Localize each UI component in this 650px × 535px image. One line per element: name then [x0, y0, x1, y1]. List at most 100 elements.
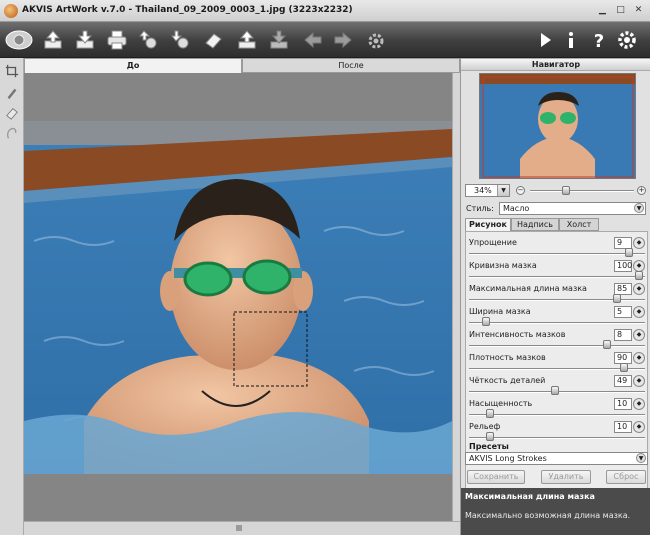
param-slider[interactable] — [469, 414, 645, 416]
spin-icon[interactable]: ◆ — [633, 398, 645, 410]
param-label: Упрощение — [469, 238, 517, 247]
tab-text[interactable]: Надпись — [511, 218, 559, 231]
navigator-thumbnail[interactable] — [479, 73, 636, 179]
param-slider-knob[interactable] — [625, 248, 634, 257]
param-row: Плотность мазков 90 ◆ — [466, 351, 649, 374]
style-value: Масло — [503, 204, 530, 213]
forward-arrow-icon[interactable] — [330, 28, 356, 52]
spin-icon[interactable]: ◆ — [633, 375, 645, 387]
param-label: Рельеф — [469, 422, 501, 431]
image-canvas[interactable] — [24, 73, 452, 521]
zoom-slider[interactable] — [530, 190, 634, 192]
param-row: Упрощение 9 ◆ — [466, 236, 649, 259]
preset-value: AKVIS Long Strokes — [469, 454, 547, 463]
preferences-gear-icon[interactable] — [614, 28, 640, 52]
download-icon[interactable] — [266, 28, 292, 52]
svg-text:?: ? — [594, 31, 604, 51]
app-logo-icon — [4, 4, 18, 18]
spin-icon[interactable]: ◆ — [633, 329, 645, 341]
navigator-header: Навигатор — [461, 58, 650, 71]
param-row: Максимальная длина мазка 85 ◆ — [466, 282, 649, 305]
info-icon[interactable] — [558, 28, 584, 52]
param-row: Интенсивность мазков 8 ◆ — [466, 328, 649, 351]
logo-icon[interactable] — [2, 28, 36, 52]
param-slider-knob[interactable] — [485, 409, 494, 418]
close-icon[interactable]: ✕ — [632, 4, 645, 17]
spin-icon[interactable]: ◆ — [633, 283, 645, 295]
scroll-thumb[interactable] — [236, 525, 242, 531]
save-preset-button[interactable]: Сохранить — [467, 470, 525, 484]
help-icon[interactable]: ? — [586, 28, 612, 52]
param-value[interactable]: 8 — [614, 329, 632, 341]
tab-before[interactable]: До — [24, 58, 242, 73]
param-tabs: Рисунок Надпись Холст — [465, 218, 648, 232]
upload-icon[interactable] — [234, 28, 260, 52]
param-slider-knob[interactable] — [482, 317, 491, 326]
param-value[interactable]: 10 — [614, 398, 632, 410]
param-label: Кривизна мазка — [469, 261, 537, 270]
param-slider[interactable] — [469, 276, 645, 278]
param-value[interactable]: 100 — [614, 260, 632, 272]
back-arrow-icon[interactable] — [300, 28, 326, 52]
chevron-down-icon[interactable]: ▼ — [497, 185, 509, 196]
maximize-icon[interactable]: □ — [614, 4, 627, 17]
tool-column — [0, 58, 24, 535]
param-value[interactable]: 10 — [614, 421, 632, 433]
settings-gear-icon[interactable] — [362, 28, 388, 52]
param-slider-knob[interactable] — [603, 340, 612, 349]
param-label: Интенсивность мазков — [469, 330, 566, 339]
param-row: Насыщенность 10 ◆ — [466, 397, 649, 420]
param-label: Плотность мазков — [469, 353, 546, 362]
horizontal-scrollbar[interactable] — [24, 521, 460, 535]
chevron-down-icon[interactable]: ▼ — [636, 453, 646, 463]
param-slider[interactable] — [469, 437, 645, 439]
param-value[interactable]: 49 — [614, 375, 632, 387]
load-settings-icon[interactable] — [136, 28, 162, 52]
presets-title: Пресеты — [469, 442, 509, 451]
tab-canvas[interactable]: Холст — [559, 218, 599, 231]
open-icon[interactable] — [40, 28, 66, 52]
param-slider[interactable] — [469, 322, 645, 324]
photo-image — [24, 121, 452, 474]
zoom-in-button[interactable]: + — [637, 186, 646, 195]
param-slider[interactable] — [469, 345, 645, 347]
zoom-slider-knob[interactable] — [561, 186, 570, 195]
param-slider[interactable] — [469, 368, 645, 370]
settings-panel: Навигатор 34% ▼ − + Стиль: Масло ▼ Рисун… — [460, 58, 650, 535]
spin-icon[interactable]: ◆ — [633, 421, 645, 433]
spin-icon[interactable]: ◆ — [633, 237, 645, 249]
help-text: Максимально возможная длина мазка. — [465, 511, 631, 520]
presets-select[interactable]: AKVIS Long Strokes ▼ — [465, 452, 648, 465]
save-settings-icon[interactable] — [168, 28, 194, 52]
reset-preset-button[interactable]: Сброс — [606, 470, 646, 484]
crop-icon[interactable] — [3, 62, 21, 80]
param-slider-knob[interactable] — [551, 386, 560, 395]
param-slider-knob[interactable] — [485, 432, 494, 441]
save-icon[interactable] — [72, 28, 98, 52]
param-slider-knob[interactable] — [620, 363, 629, 372]
param-value[interactable]: 5 — [614, 306, 632, 318]
eraser-tool-icon[interactable] — [3, 104, 21, 122]
hand-icon[interactable] — [3, 124, 21, 142]
style-select[interactable]: Масло ▼ — [499, 202, 646, 215]
param-label: Чёткость деталей — [469, 376, 546, 385]
minimize-icon[interactable]: ▁ — [596, 4, 609, 17]
print-icon[interactable] — [104, 28, 130, 52]
presets-section: Пресеты AKVIS Long Strokes ▼ Сохранить У… — [465, 442, 648, 488]
spin-icon[interactable]: ◆ — [633, 352, 645, 364]
zoom-out-button[interactable]: − — [516, 186, 525, 195]
param-slider-knob[interactable] — [613, 294, 622, 303]
tab-drawing[interactable]: Рисунок — [465, 218, 511, 232]
spin-icon[interactable]: ◆ — [633, 306, 645, 318]
param-slider[interactable] — [469, 253, 645, 255]
help-title: Максимальная длина мазка — [465, 492, 595, 501]
chevron-down-icon[interactable]: ▼ — [634, 203, 644, 213]
zoom-select[interactable]: 34% ▼ — [465, 184, 510, 197]
param-slider-knob[interactable] — [635, 271, 644, 280]
eraser-icon[interactable] — [200, 28, 226, 52]
vertical-scrollbar[interactable] — [452, 73, 460, 521]
delete-preset-button[interactable]: Удалить — [541, 470, 591, 484]
brush-icon[interactable] — [3, 84, 21, 102]
tab-after[interactable]: После — [242, 58, 460, 73]
run-icon[interactable] — [532, 28, 558, 52]
